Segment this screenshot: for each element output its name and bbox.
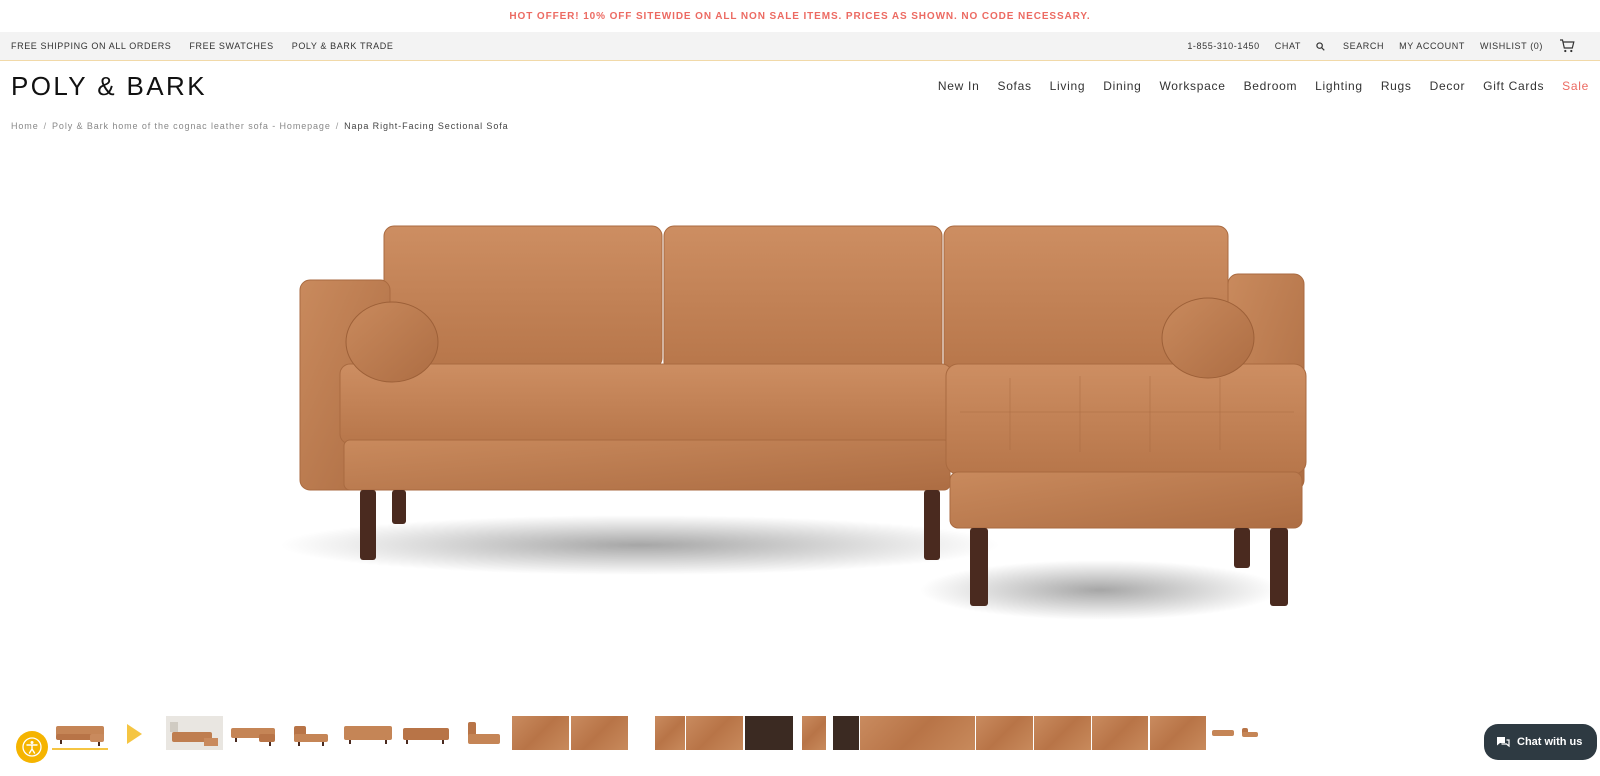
- promo-banner: HOT OFFER! 10% OFF SITEWIDE ON ALL NON S…: [0, 0, 1600, 32]
- thumbnail-detail-6[interactable]: [802, 716, 826, 750]
- nav-sofas[interactable]: Sofas: [997, 79, 1031, 93]
- wishlist-link[interactable]: WISHLIST (0): [1480, 41, 1543, 51]
- play-icon: [127, 724, 142, 744]
- search-link[interactable]: SEARCH: [1316, 41, 1384, 51]
- nav-living[interactable]: Living: [1050, 79, 1086, 93]
- thumbnail-swatch-1[interactable]: [860, 716, 975, 750]
- thumbnail-chaise[interactable]: [462, 716, 504, 750]
- play-video-button[interactable]: [122, 716, 150, 750]
- logo[interactable]: POLY & BARK: [11, 71, 207, 102]
- nav-decor[interactable]: Decor: [1430, 79, 1466, 93]
- breadcrumb-homepage[interactable]: Poly & Bark home of the cognac leather s…: [52, 121, 331, 131]
- nav-lighting[interactable]: Lighting: [1315, 79, 1363, 93]
- accessibility-button[interactable]: [16, 731, 48, 763]
- thumbnail-room[interactable]: [166, 716, 223, 750]
- trade-link[interactable]: POLY & BARK TRADE: [292, 41, 394, 51]
- breadcrumb-home[interactable]: Home: [11, 121, 39, 131]
- cart-icon: [1560, 39, 1575, 53]
- nav-sale[interactable]: Sale: [1562, 79, 1589, 93]
- free-swatches-link[interactable]: FREE SWATCHES: [189, 41, 273, 51]
- chat-bubble-icon: [1497, 737, 1510, 748]
- thumbnail-swatch-3[interactable]: [1034, 716, 1091, 750]
- accessibility-icon: [22, 737, 42, 757]
- promo-text: HOT OFFER! 10% OFF SITEWIDE ON ALL NON S…: [509, 10, 1091, 22]
- breadcrumb: Home / Poly & Bark home of the cognac le…: [0, 111, 1600, 141]
- main-nav: New In Sofas Living Dining Workspace Bed…: [920, 79, 1589, 93]
- thumbnail-detail-7[interactable]: [833, 716, 859, 750]
- nav-dining[interactable]: Dining: [1103, 79, 1141, 93]
- search-label: SEARCH: [1343, 41, 1385, 51]
- free-shipping-link[interactable]: FREE SHIPPING ON ALL ORDERS: [11, 41, 171, 51]
- thumbnail-angle[interactable]: [227, 716, 279, 750]
- thumbnail-swatch-5[interactable]: [1150, 716, 1206, 750]
- thumbnail-sofa[interactable]: [52, 716, 108, 750]
- thumbnail-detail-2[interactable]: [571, 716, 628, 750]
- nav-new-in[interactable]: New In: [938, 79, 980, 93]
- thumbnail-swatch-2[interactable]: [976, 716, 1033, 750]
- nav-bedroom[interactable]: Bedroom: [1244, 79, 1298, 93]
- my-account-link[interactable]: MY ACCOUNT: [1399, 41, 1465, 51]
- search-icon: [1316, 41, 1325, 51]
- breadcrumb-current: Napa Right-Facing Sectional Sofa: [344, 121, 509, 131]
- utility-bar: FREE SHIPPING ON ALL ORDERS FREE SWATCHE…: [0, 32, 1600, 61]
- chat-with-us-button[interactable]: Chat with us: [1484, 724, 1597, 760]
- main-header: POLY & BARK New In Sofas Living Dining W…: [0, 61, 1600, 111]
- thumbnail-small-2[interactable]: [1238, 716, 1262, 750]
- chat-link[interactable]: CHAT: [1275, 41, 1301, 51]
- thumbnail-detail-3[interactable]: [655, 716, 685, 750]
- thumbnail-back[interactable]: [400, 716, 452, 750]
- phone-link[interactable]: 1-855-310-1450: [1187, 41, 1259, 51]
- thumbnail-detail-4[interactable]: [686, 716, 743, 750]
- nav-rugs[interactable]: Rugs: [1381, 79, 1412, 93]
- product-image: [280, 225, 1307, 620]
- chat-label: Chat with us: [1517, 736, 1583, 748]
- thumbnail-detail-5[interactable]: [745, 716, 793, 750]
- breadcrumb-separator: /: [335, 121, 340, 131]
- thumbnail-detail-1[interactable]: [512, 716, 569, 750]
- nav-workspace[interactable]: Workspace: [1159, 79, 1225, 93]
- nav-gift-cards[interactable]: Gift Cards: [1483, 79, 1544, 93]
- thumbnail-strip: [0, 716, 1600, 762]
- thumbnail-small-1[interactable]: [1208, 716, 1238, 750]
- breadcrumb-separator: /: [43, 121, 48, 131]
- thumbnail-swatch-4[interactable]: [1092, 716, 1148, 750]
- thumbnail-side[interactable]: [288, 716, 332, 750]
- thumbnail-front[interactable]: [341, 716, 395, 750]
- cart-button[interactable]: [1559, 39, 1575, 53]
